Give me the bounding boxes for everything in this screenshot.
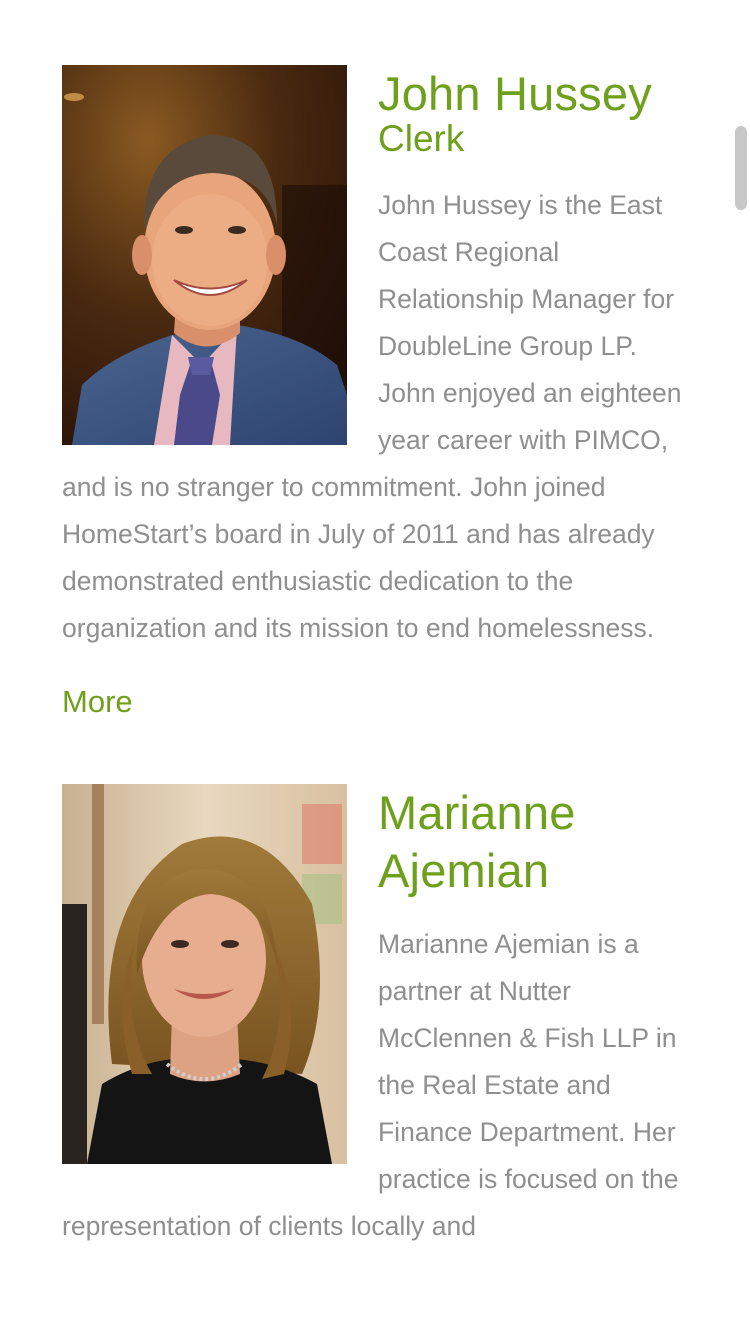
more-link[interactable]: More [62,682,133,722]
portrait-man-image [62,65,347,445]
scrollbar-thumb[interactable] [735,126,747,210]
member-photo [62,784,347,1164]
member-photo [62,65,347,445]
board-members-list: John Hussey Clerk John Hussey is the Eas… [62,63,688,1250]
board-member-card: John Hussey Clerk John Hussey is the Eas… [62,65,688,722]
portrait-woman-image [62,784,347,1164]
board-member-card: Marianne Ajemian Marianne Ajemian is a p… [62,784,688,1250]
